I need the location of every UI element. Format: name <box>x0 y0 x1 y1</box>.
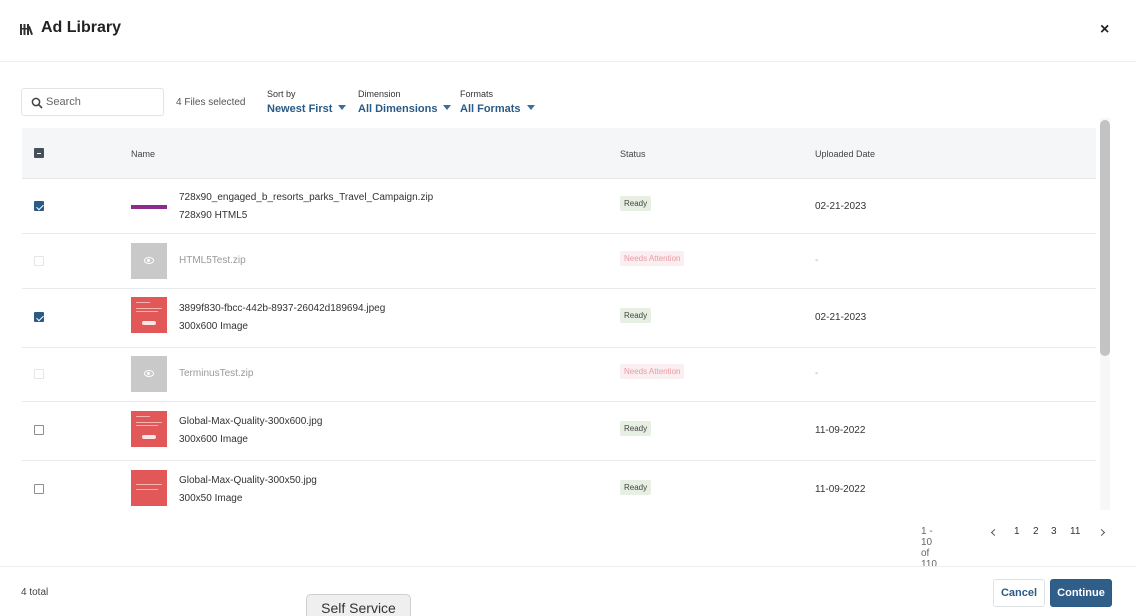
search-icon <box>31 97 43 109</box>
page-title: Ad Library <box>41 19 122 36</box>
sort-value[interactable]: Newest First <box>267 103 332 115</box>
dimension-dropdown[interactable]: Dimension All Dimensions <box>358 89 452 117</box>
dimension-label: Dimension <box>358 89 401 99</box>
file-name: TerminusTest.zip <box>179 368 254 379</box>
cancel-button[interactable]: Cancel <box>993 579 1045 607</box>
page-2[interactable]: 2 <box>1033 526 1039 537</box>
thumbnail-red-ad <box>131 411 167 447</box>
column-status[interactable]: Status <box>620 149 646 159</box>
table-row[interactable]: 728x90_engaged_b_resorts_parks_Travel_Ca… <box>22 179 1096 234</box>
row-checkbox[interactable] <box>34 312 44 322</box>
uploaded-date: - <box>815 368 819 379</box>
modal-header: Ad Library × <box>0 0 1136 62</box>
ad-table: Name Status Uploaded Date 728x90_engaged… <box>22 128 1096 510</box>
row-checkbox[interactable] <box>34 484 44 494</box>
table-row[interactable]: Global-Max-Quality-300x600.jpg 300x600 I… <box>22 402 1096 461</box>
chevron-down-icon[interactable] <box>526 105 535 110</box>
continue-button[interactable]: Continue <box>1050 579 1112 607</box>
file-subtitle: 728x90 HTML5 <box>179 210 248 221</box>
chevron-left-icon[interactable] <box>986 526 1002 540</box>
page-1[interactable]: 1 <box>1014 526 1020 537</box>
select-all-checkbox[interactable] <box>34 148 44 158</box>
file-name: HTML5Test.zip <box>179 255 246 266</box>
self-service-tab[interactable]: Self Service <box>306 594 411 616</box>
row-checkbox[interactable] <box>34 201 44 211</box>
search-input[interactable] <box>46 93 158 111</box>
uploaded-date: - <box>815 255 819 266</box>
chevron-down-icon[interactable] <box>338 105 347 110</box>
thumbnail-purple-banner <box>131 205 167 209</box>
status-badge: Ready <box>620 308 652 323</box>
table-header: Name Status Uploaded Date <box>22 128 1096 179</box>
table-scrollbar[interactable] <box>1100 118 1110 510</box>
status-badge: Needs Attention <box>620 251 685 266</box>
row-checkbox[interactable] <box>34 425 44 435</box>
column-uploaded-date[interactable]: Uploaded Date <box>815 149 875 159</box>
status-badge: Needs Attention <box>620 364 685 379</box>
file-name: Global-Max-Quality-300x600.jpg <box>179 416 323 427</box>
page-3[interactable]: 3 <box>1051 526 1057 537</box>
sort-dropdown[interactable]: Sort by Newest First <box>267 89 347 117</box>
thumbnail-red-ad <box>131 297 167 333</box>
page-11[interactable]: 11 <box>1070 526 1080 537</box>
chevron-down-icon[interactable] <box>443 105 452 110</box>
file-name: Global-Max-Quality-300x50.jpg <box>179 475 317 486</box>
thumbnail-red-ad <box>131 470 167 506</box>
thumbnail-placeholder <box>131 356 167 392</box>
row-checkbox[interactable] <box>34 369 44 379</box>
file-subtitle: 300x600 Image <box>179 434 248 445</box>
table-row[interactable]: 3899f830-fbcc-442b-8937-26042d189694.jpe… <box>22 289 1096 348</box>
status-badge: Ready <box>620 421 652 436</box>
close-icon[interactable]: × <box>1100 20 1109 40</box>
uploaded-date: 02-21-2023 <box>815 201 867 212</box>
column-name[interactable]: Name <box>131 149 155 159</box>
uploaded-date: 02-21-2023 <box>815 312 867 323</box>
dimension-value[interactable]: All Dimensions <box>358 103 437 115</box>
file-name: 728x90_engaged_b_resorts_parks_Travel_Ca… <box>179 192 434 203</box>
library-icon <box>20 24 33 36</box>
status-badge: Ready <box>620 196 652 211</box>
row-checkbox[interactable] <box>34 256 44 266</box>
pagination-range: 1 - 10 of 110 <box>921 526 937 570</box>
table-row[interactable]: HTML5Test.zip Needs Attention - <box>22 234 1096 289</box>
sort-label: Sort by <box>267 89 296 99</box>
eye-icon <box>144 370 154 377</box>
chevron-right-icon[interactable] <box>1095 526 1111 540</box>
eye-icon <box>144 257 154 264</box>
status-badge: Ready <box>620 480 652 495</box>
uploaded-date: 11-09-2022 <box>815 425 866 436</box>
search-box[interactable] <box>21 88 164 116</box>
files-selected-count: 4 Files selected <box>176 97 246 108</box>
file-subtitle: 300x50 Image <box>179 493 243 504</box>
table-row[interactable]: TerminusTest.zip Needs Attention - <box>22 348 1096 402</box>
table-row[interactable]: Global-Max-Quality-300x50.jpg 300x50 Ima… <box>22 461 1096 510</box>
uploaded-date: 11-09-2022 <box>815 484 866 495</box>
scrollbar-thumb[interactable] <box>1100 120 1110 356</box>
formats-value[interactable]: All Formats <box>460 103 521 115</box>
total-count: 4 total <box>21 587 49 598</box>
thumbnail-placeholder <box>131 243 167 279</box>
modal-footer: 4 total Cancel Continue <box>0 566 1136 616</box>
file-subtitle: 300x600 Image <box>179 321 248 332</box>
formats-dropdown[interactable]: Formats All Formats <box>460 89 535 117</box>
formats-label: Formats <box>460 89 494 99</box>
file-name: 3899f830-fbcc-442b-8937-26042d189694.jpe… <box>179 303 386 314</box>
